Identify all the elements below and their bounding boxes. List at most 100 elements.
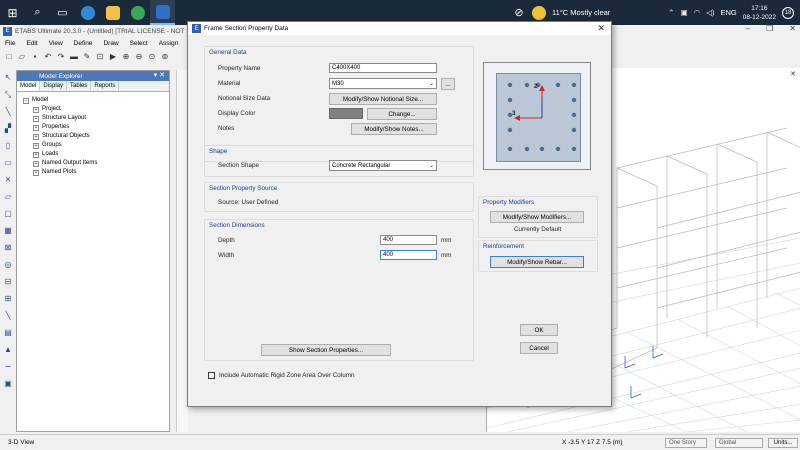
tab-tables[interactable]: Tables [67,81,92,91]
material-select[interactable]: M30 ⌄ [329,78,437,89]
tree-node[interactable]: + Project [23,105,169,114]
search-icon[interactable]: ⌕ [25,0,50,25]
modify-rebar-button[interactable]: Modify/Show Rebar... [490,256,584,268]
close-window-icon[interactable]: ✕ [789,24,796,33]
collapse-icon[interactable]: − [23,97,29,104]
draw-beam-icon[interactable]: ▭ [3,157,14,168]
menu-edit[interactable]: Edit [26,40,37,47]
draw-wall-icon[interactable]: ▦ [3,225,14,236]
etabs-taskbar-icon[interactable] [150,0,175,25]
zoom-in-icon[interactable]: ⊕ [121,51,131,61]
draw-point-icon[interactable]: ◎ [3,259,14,270]
edge-browser-icon[interactable] [75,0,100,25]
file-explorer-icon[interactable] [100,0,125,25]
draw-developed-elevation-icon[interactable]: ∼ [3,361,14,372]
rigid-zone-checkbox[interactable] [208,372,215,379]
model-explorer-controls[interactable]: ▾ ✕ [154,71,165,79]
tab-display[interactable]: Display [40,81,68,91]
tree-node-model[interactable]: − Model [23,96,169,105]
menu-assign[interactable]: Assign [159,40,179,47]
tree-node[interactable]: + Loads [23,150,169,159]
save-icon[interactable]: ▪ [30,51,40,61]
pointer-icon[interactable]: ↖ [3,72,14,83]
minimize-icon[interactable]: – [746,24,750,33]
menu-view[interactable]: View [49,40,63,47]
lock-icon[interactable]: ▬ [69,51,79,61]
show-section-properties-button[interactable]: Show Section Properties... [261,344,391,356]
cancel-button[interactable]: Cancel [520,342,558,354]
zoom-out-icon[interactable]: ⊖ [134,51,144,61]
coordinate-system-selector[interactable]: Global [715,438,763,448]
expand-icon[interactable]: + [33,160,39,167]
draw-line-icon[interactable]: ╲ [3,106,14,117]
volume-icon[interactable]: ◁) [706,8,714,17]
expand-icon[interactable]: + [33,133,39,140]
tab-model[interactable]: Model [17,81,41,91]
units-button[interactable]: Units... [768,438,798,448]
material-browse-button[interactable]: ... [441,78,455,90]
clock[interactable]: 17:16 08-12-2022 [743,4,776,22]
tree-node[interactable]: + Properties [23,123,169,132]
run-analysis-icon[interactable]: ▶ [108,51,118,61]
dialog-close-icon[interactable]: ✕ [597,23,605,34]
menu-file[interactable]: File [5,40,15,47]
draw-link-icon[interactable]: ⊟ [3,276,14,287]
draw-opening-icon[interactable]: ⊠ [3,242,14,253]
tab-reports[interactable]: Reports [91,81,120,91]
zoom-window-icon[interactable]: ⊙ [147,51,157,61]
wifi-icon[interactable]: ◠ [694,8,701,17]
menu-define[interactable]: Define [74,40,93,47]
expand-icon[interactable]: + [33,124,39,131]
pencil-icon[interactable]: ✎ [82,51,92,61]
draw-brace-icon[interactable]: ⨯ [3,174,14,185]
draw-dimension-icon[interactable]: ╲ [3,310,14,321]
restore-icon[interactable]: ❐ [766,24,773,33]
expand-icon[interactable]: + [33,115,39,122]
task-view-icon[interactable]: ▭ [50,0,75,25]
tray-app-icon[interactable]: ▣ [681,8,688,17]
zoom-extents-icon[interactable]: ⊚ [160,51,170,61]
section-shape-select[interactable]: Concrete Rectangular ⌄ [329,160,437,171]
open-icon[interactable]: ▱ [17,51,27,61]
ok-button[interactable]: OK [520,324,558,336]
chrome-icon[interactable] [125,0,150,25]
display-color-swatch[interactable] [329,108,363,119]
depth-input[interactable]: 400 [380,235,437,245]
draw-area-icon[interactable]: ▢ [3,208,14,219]
property-name-input[interactable]: C400X400 [329,63,437,73]
draw-slab-icon[interactable]: ▱ [3,191,14,202]
expand-icon[interactable]: + [33,151,39,158]
reshape-icon[interactable]: ⤡ [3,89,14,100]
tray-expand-icon[interactable]: ⌃ [668,8,674,17]
draw-reference-icon[interactable]: ▣ [3,378,14,389]
menu-draw[interactable]: Draw [103,40,118,47]
redo-icon[interactable]: ↷ [56,51,66,61]
draw-grid-icon[interactable]: ▤ [3,327,14,338]
expand-icon[interactable]: + [33,142,39,149]
notification-badge[interactable]: 18 [782,6,794,19]
new-model-icon[interactable]: □ [4,51,14,61]
modify-modifiers-button[interactable]: Modify/Show Modifiers... [490,211,584,223]
view-close-icon[interactable]: ✕ [790,70,796,78]
tree-node[interactable]: + Named Output Items [23,159,169,168]
draw-frame-icon[interactable]: ▞ [3,123,14,134]
width-input[interactable]: 400 [380,250,437,260]
notional-size-button[interactable]: Modify/Show Notional Size... [329,93,437,105]
expand-icon[interactable]: + [33,169,39,176]
tree-node[interactable]: + Groups [23,141,169,150]
expand-icon[interactable]: + [33,106,39,113]
notes-button[interactable]: Modify/Show Notes... [351,123,437,135]
story-selector[interactable]: One Story [665,438,707,448]
change-color-button[interactable]: Change... [367,108,437,120]
draw-column-icon[interactable]: ▯ [3,140,14,151]
tree-node[interactable]: + Structure Layout [23,114,169,123]
weather-text[interactable]: 11°C Mostly clear [552,8,610,17]
lock-model-icon[interactable]: ⊡ [95,51,105,61]
language-indicator[interactable]: ENG [720,8,736,17]
draw-section-cut-icon[interactable]: ▲ [3,344,14,355]
draw-tendon-icon[interactable]: ⊞ [3,293,14,304]
tree-node[interactable]: + Named Plots [23,168,169,177]
undo-icon[interactable]: ↶ [43,51,53,61]
tree-node[interactable]: + Structural Objects [23,132,169,141]
menu-select[interactable]: Select [130,40,148,47]
